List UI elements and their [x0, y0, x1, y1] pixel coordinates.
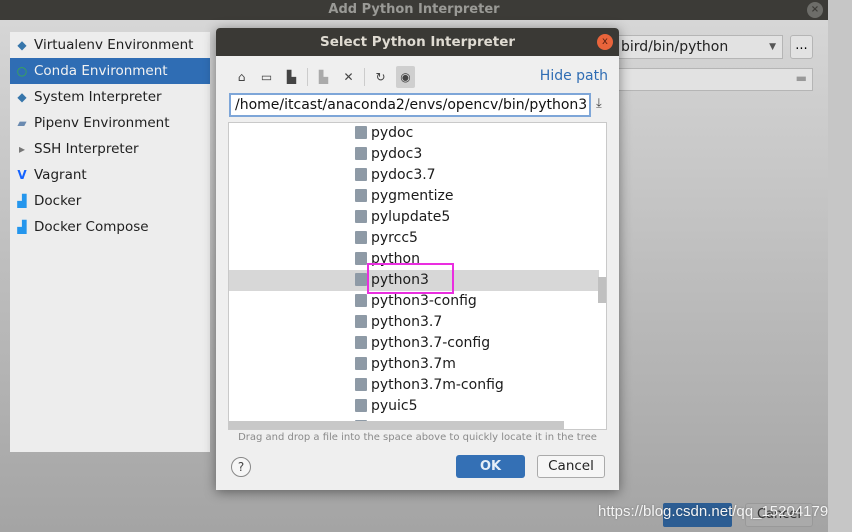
executable-file-icon — [355, 168, 367, 181]
browse-button[interactable]: ... — [790, 35, 813, 59]
file-row[interactable]: pylupdate5 — [229, 207, 599, 228]
file-toolbar: ⌂ ▭ ▙ ▙ ✕ ↻ ◉ — [232, 66, 415, 88]
interpreter-type-list: ◆ Virtualenv Environment ○ Conda Environme… — [10, 32, 210, 452]
sidebar-item-pipenv[interactable]: ▰ Pipenv Environment — [10, 110, 210, 136]
vagrant-icon: V — [17, 168, 27, 182]
sidebar-item-docker[interactable]: ▟ Docker — [10, 188, 210, 214]
executable-file-icon — [355, 231, 367, 244]
file-name: python3.7m — [371, 356, 456, 372]
horizontal-scrollbar[interactable] — [229, 421, 564, 429]
docker-icon: ▟ — [17, 194, 27, 208]
file-name: python3.7 — [371, 314, 443, 330]
sidebar-item-conda[interactable]: ○ Conda Environment — [10, 58, 210, 84]
file-row[interactable]: pygmentize — [229, 186, 599, 207]
outer-title-bar: Add Python Interpreter × — [0, 0, 828, 20]
file-name: pygmentize — [371, 188, 454, 204]
interpreter-combo[interactable]: bird/bin/python ▼ — [619, 35, 783, 59]
interpreter-value: bird/bin/python — [621, 39, 729, 55]
new-folder-icon[interactable]: ▙ — [314, 70, 333, 84]
file-row[interactable]: python3.7m-config — [229, 375, 599, 396]
sidebar-item-label: Virtualenv Environment — [34, 37, 194, 53]
sidebar-item-vagrant[interactable]: V Vagrant — [10, 162, 210, 188]
executable-file-icon — [355, 399, 367, 412]
executable-file-icon — [355, 273, 367, 286]
executable-file-icon — [355, 189, 367, 202]
file-name: pydoc — [371, 125, 414, 141]
toolbar-separator — [364, 68, 365, 86]
file-name: python3.7m-config — [371, 377, 504, 393]
sidebar-item-label: System Interpreter — [34, 89, 162, 105]
outer-close-button[interactable]: × — [807, 2, 823, 18]
file-name: pyrcc5 — [371, 230, 418, 246]
refresh-icon[interactable]: ↻ — [371, 70, 390, 84]
download-icon[interactable]: ⤓ — [596, 96, 602, 111]
file-row[interactable]: pydoc — [229, 123, 599, 144]
select-interpreter-dialog: Select Python Interpreter x ⌂ ▭ ▙ ▙ ✕ ↻ … — [216, 28, 619, 490]
selection-highlight-box — [367, 263, 454, 294]
file-row[interactable]: pyrcc5 — [229, 228, 599, 249]
file-row[interactable]: python3.7-config — [229, 333, 599, 354]
hide-path-link[interactable]: Hide path — [540, 68, 608, 84]
cancel-button[interactable]: Cancel — [537, 455, 605, 478]
vertical-scrollbar[interactable] — [598, 277, 606, 303]
python-icon: ◆ — [17, 90, 27, 104]
sidebar-item-label: Conda Environment — [34, 63, 168, 79]
toolbar-separator — [307, 68, 308, 86]
file-row[interactable]: python3.7 — [229, 312, 599, 333]
home-icon[interactable]: ⌂ — [232, 70, 251, 84]
show-hidden-icon[interactable]: ◉ — [396, 66, 415, 88]
sidebar-item-virtualenv[interactable]: ◆ Virtualenv Environment — [10, 32, 210, 58]
docker-icon: ▟ — [17, 220, 27, 234]
file-name: python3.7-config — [371, 335, 491, 351]
executable-file-icon — [355, 210, 367, 223]
path-input[interactable]: /home/itcast/anaconda2/envs/opencv/bin/p… — [229, 93, 591, 117]
sidebar-item-ssh[interactable]: ▸ SSH Interpreter — [10, 136, 210, 162]
sidebar-item-label: Docker — [34, 193, 82, 209]
file-name: pydoc3 — [371, 146, 423, 162]
folder-icon[interactable]: ▬ — [796, 71, 807, 85]
file-row[interactable]: pydoc3 — [229, 144, 599, 165]
file-row[interactable]: python3.7m — [229, 354, 599, 375]
conda-ring-icon: ○ — [16, 64, 28, 78]
file-name: pydoc3.7 — [371, 167, 436, 183]
chevron-down-icon: ▼ — [769, 42, 776, 52]
sidebar-item-label: Pipenv Environment — [34, 115, 170, 131]
sidebar-item-docker-compose[interactable]: ▟ Docker Compose — [10, 214, 210, 240]
executable-file-icon — [355, 378, 367, 391]
ok-button[interactable]: OK — [456, 455, 525, 478]
executable-file-icon — [355, 147, 367, 160]
python-venv-icon: ◆ — [17, 38, 27, 52]
executable-file-icon — [355, 294, 367, 307]
pipenv-icon: ▰ — [17, 116, 27, 130]
desktop-icon[interactable]: ▭ — [257, 70, 276, 84]
executable-file-icon — [355, 357, 367, 370]
file-tree[interactable]: pyvenvpyuic5python3.7m-configpython3.7mp… — [228, 122, 607, 430]
sidebar-item-label: Vagrant — [34, 167, 87, 183]
file-row[interactable]: pyuic5 — [229, 396, 599, 417]
ssh-icon: ▸ — [18, 142, 26, 156]
sidebar-item-label: SSH Interpreter — [34, 141, 139, 157]
file-row[interactable]: python3-config — [229, 291, 599, 312]
project-folder-icon[interactable]: ▙ — [282, 70, 301, 84]
executable-file-icon — [355, 315, 367, 328]
file-name: python3-config — [371, 293, 477, 309]
sidebar-item-system[interactable]: ◆ System Interpreter — [10, 84, 210, 110]
executable-file-icon — [355, 252, 367, 265]
file-name: pyuic5 — [371, 398, 418, 414]
sidebar-item-label: Docker Compose — [34, 219, 149, 235]
drag-drop-hint: Drag and drop a file into the space abov… — [238, 432, 597, 443]
outer-title: Add Python Interpreter — [328, 2, 500, 17]
dialog-close-button[interactable]: x — [597, 34, 613, 50]
dialog-title: Select Python Interpreter — [216, 28, 619, 56]
delete-icon[interactable]: ✕ — [339, 70, 358, 84]
file-row[interactable]: pydoc3.7 — [229, 165, 599, 186]
file-name: pylupdate5 — [371, 209, 451, 225]
watermark: https://blog.csdn.net/qq_15204179 — [598, 503, 829, 520]
path-field[interactable]: ▬ — [619, 68, 813, 91]
executable-file-icon — [355, 126, 367, 139]
executable-file-icon — [355, 336, 367, 349]
outer-edge — [828, 0, 852, 532]
help-button[interactable]: ? — [231, 457, 251, 477]
